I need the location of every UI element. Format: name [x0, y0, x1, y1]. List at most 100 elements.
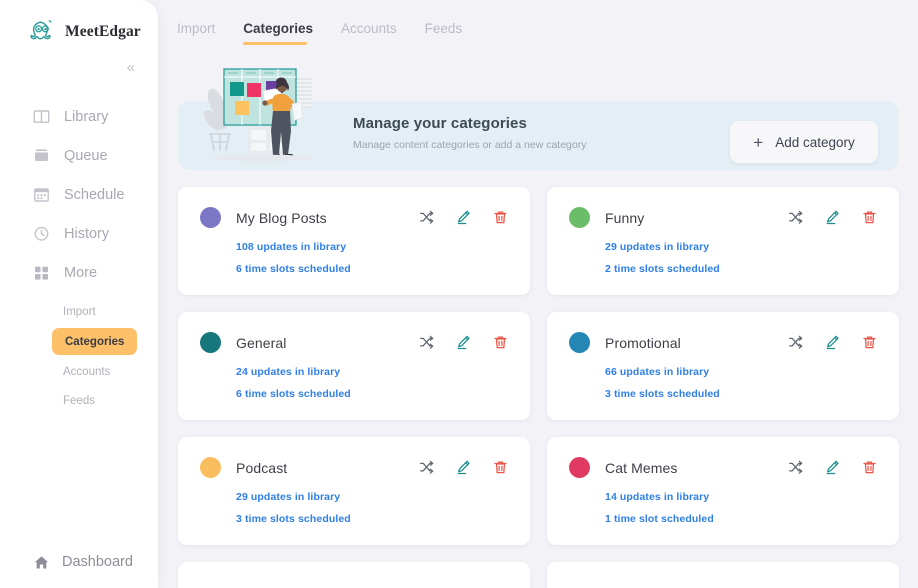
- shuffle-icon[interactable]: [788, 460, 803, 475]
- sidebar: MeetEdgar « Library: [0, 0, 158, 588]
- trash-icon[interactable]: [862, 335, 877, 350]
- brand-name: MeetEdgar: [65, 23, 141, 41]
- category-updates-link[interactable]: 14 updates in library: [605, 491, 877, 503]
- sidebar-subitem-import[interactable]: Import: [52, 299, 107, 324]
- sidebar-item-label: Dashboard: [62, 554, 133, 570]
- category-name: Promotional: [605, 335, 681, 351]
- brand[interactable]: MeetEdgar: [0, 0, 158, 46]
- tab-label: Accounts: [341, 21, 397, 36]
- edit-pencil-icon[interactable]: [825, 460, 840, 475]
- category-card-header: Promotional: [569, 332, 877, 353]
- queue-icon: [33, 147, 50, 164]
- category-card[interactable]: [547, 562, 899, 588]
- category-card[interactable]: Cat Memes: [547, 437, 899, 545]
- tab-label: Import: [177, 21, 215, 36]
- edit-pencil-icon[interactable]: [825, 335, 840, 350]
- collapse-sidebar-icon[interactable]: «: [127, 60, 135, 75]
- category-updates-link[interactable]: 29 updates in library: [605, 241, 877, 253]
- sidebar-item-label: Library: [64, 109, 108, 125]
- sidebar-item-label: More: [64, 265, 97, 281]
- sidebar-item-label: Queue: [64, 148, 108, 164]
- trash-icon[interactable]: [493, 210, 508, 225]
- category-updates-link[interactable]: 29 updates in library: [236, 491, 508, 503]
- main-content: Import Categories Accounts Feeds: [158, 0, 918, 588]
- book-icon: [33, 108, 50, 125]
- edit-pencil-icon[interactable]: [456, 335, 471, 350]
- category-actions: [419, 210, 508, 225]
- sidebar-subitem-accounts[interactable]: Accounts: [52, 359, 121, 384]
- edit-pencil-icon[interactable]: [456, 460, 471, 475]
- sidebar-subitem-label: Feeds: [63, 395, 95, 407]
- category-actions: [788, 460, 877, 475]
- category-name: Cat Memes: [605, 460, 677, 476]
- sidebar-item-label: Schedule: [64, 187, 124, 203]
- edit-pencil-icon[interactable]: [456, 210, 471, 225]
- category-slots-link[interactable]: 6 time slots scheduled: [236, 388, 508, 400]
- category-card[interactable]: Funny: [547, 187, 899, 295]
- sidebar-item-schedule[interactable]: Schedule: [0, 175, 158, 214]
- category-card-header: Podcast: [200, 457, 508, 478]
- collapse-sidebar-row: «: [0, 60, 158, 75]
- category-updates-link[interactable]: 66 updates in library: [605, 366, 877, 378]
- trash-icon[interactable]: [493, 335, 508, 350]
- category-card-header: General: [200, 332, 508, 353]
- category-actions: [788, 335, 877, 350]
- tab-accounts[interactable]: Accounts: [341, 21, 397, 45]
- clock-icon: [33, 225, 50, 242]
- categories-grid: My Blog Posts: [158, 178, 918, 588]
- tab-feeds[interactable]: Feeds: [425, 21, 463, 45]
- sidebar-subitem-feeds[interactable]: Feeds: [52, 388, 106, 413]
- sidebar-item-library[interactable]: Library: [0, 97, 158, 136]
- category-slots-link[interactable]: 3 time slots scheduled: [236, 513, 508, 525]
- category-name: Podcast: [236, 460, 287, 476]
- category-updates-link[interactable]: 24 updates in library: [236, 366, 508, 378]
- category-updates-link[interactable]: 108 updates in library: [236, 241, 508, 253]
- trash-icon[interactable]: [862, 210, 877, 225]
- sidebar-item-more[interactable]: More: [0, 253, 158, 292]
- sidebar-item-queue[interactable]: Queue: [0, 136, 158, 175]
- category-name: My Blog Posts: [236, 210, 327, 226]
- add-category-label: Add category: [775, 135, 855, 150]
- category-card[interactable]: Promotional: [547, 312, 899, 420]
- trash-icon[interactable]: [493, 460, 508, 475]
- shuffle-icon[interactable]: [419, 460, 434, 475]
- banner-title: Manage your categories: [353, 115, 586, 132]
- tab-label: Categories: [243, 21, 313, 36]
- shuffle-icon[interactable]: [419, 210, 434, 225]
- category-color-dot: [200, 332, 221, 353]
- octopus-logo-icon: [26, 18, 58, 46]
- shuffle-icon[interactable]: [788, 210, 803, 225]
- trash-icon[interactable]: [862, 460, 877, 475]
- add-category-button[interactable]: + Add category: [730, 121, 878, 163]
- category-card[interactable]: General: [178, 312, 530, 420]
- sidebar-item-dashboard[interactable]: Dashboard: [0, 536, 158, 588]
- category-name: General: [236, 335, 287, 351]
- category-slots-link[interactable]: 3 time slots scheduled: [605, 388, 877, 400]
- tab-bar: Import Categories Accounts Feeds: [158, 0, 918, 52]
- category-color-dot: [569, 207, 590, 228]
- tab-categories[interactable]: Categories: [243, 21, 313, 45]
- category-slots-link[interactable]: 1 time slot scheduled: [605, 513, 877, 525]
- category-card[interactable]: My Blog Posts: [178, 187, 530, 295]
- category-card[interactable]: [178, 562, 530, 588]
- category-color-dot: [569, 332, 590, 353]
- sidebar-item-history[interactable]: History: [0, 214, 158, 253]
- category-color-dot: [200, 207, 221, 228]
- sidebar-nav: Library Queue: [0, 97, 158, 413]
- category-slots-link[interactable]: 2 time slots scheduled: [605, 263, 877, 275]
- sidebar-subitem-categories[interactable]: Categories: [52, 328, 137, 355]
- grid-icon: [33, 264, 50, 281]
- app-root: MeetEdgar « Library: [0, 0, 918, 588]
- category-actions: [788, 210, 877, 225]
- tab-import[interactable]: Import: [177, 21, 215, 45]
- home-icon: [33, 554, 50, 571]
- category-card[interactable]: Podcast: [178, 437, 530, 545]
- banner-text: Manage your categories Manage content ca…: [353, 115, 586, 151]
- sidebar-subitem-label: Categories: [65, 336, 124, 348]
- banner-subtitle: Manage content categories or add a new c…: [353, 139, 586, 151]
- edit-pencil-icon[interactable]: [825, 210, 840, 225]
- shuffle-icon[interactable]: [419, 335, 434, 350]
- shuffle-icon[interactable]: [788, 335, 803, 350]
- category-slots-link[interactable]: 6 time slots scheduled: [236, 263, 508, 275]
- manage-categories-banner: Manage your categories Manage content ca…: [178, 58, 898, 178]
